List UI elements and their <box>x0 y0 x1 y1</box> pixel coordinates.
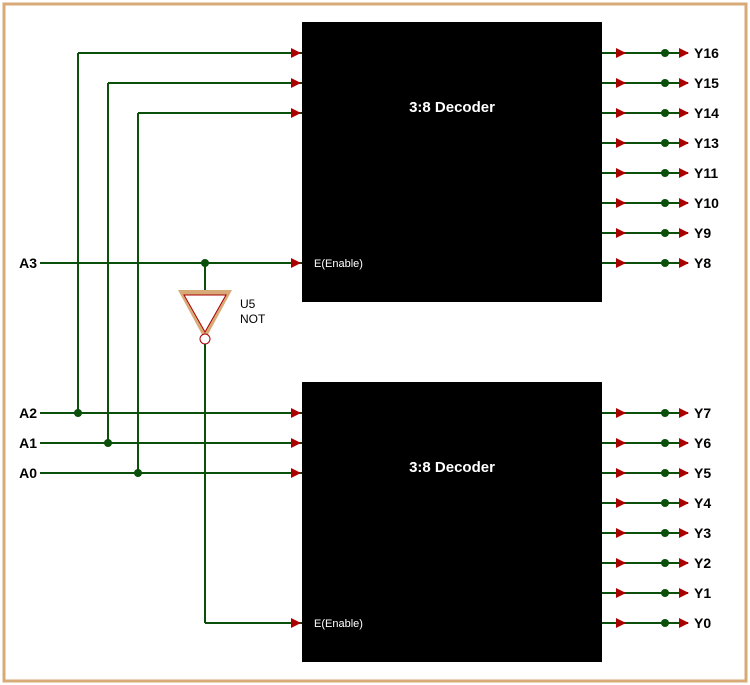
output-y16: Y16 <box>694 45 719 61</box>
output-y13: Y13 <box>694 135 719 151</box>
decoder-bot-title: 3:8 Decoder <box>409 459 495 476</box>
input-a0: A0 <box>19 465 37 481</box>
output-y15: Y15 <box>694 75 719 91</box>
output-y9: Y9 <box>694 225 711 241</box>
output-y6: Y6 <box>694 435 711 451</box>
output-y0: Y0 <box>694 615 711 631</box>
output-y3: Y3 <box>694 525 711 541</box>
output-y7: Y7 <box>694 405 711 421</box>
output-y14: Y14 <box>694 105 719 121</box>
output-y4: Y4 <box>694 495 711 511</box>
output-y1: Y1 <box>694 585 711 601</box>
enable-bot-label: E(Enable) <box>314 618 363 630</box>
input-a1: A1 <box>19 435 37 451</box>
enable-top-label: E(Enable) <box>314 258 363 270</box>
decoder-top-title: 3:8 Decoder <box>409 99 495 116</box>
output-y11: Y11 <box>694 165 718 181</box>
output-y8: Y8 <box>694 255 711 271</box>
input-a3: A3 <box>19 255 37 271</box>
not-gate <box>178 290 232 344</box>
output-arrows-bot <box>616 408 689 628</box>
output-y10: Y10 <box>694 195 719 211</box>
not-type: NOT <box>240 312 266 326</box>
output-arrows-top <box>616 48 689 268</box>
input-a2: A2 <box>19 405 37 421</box>
not-name: U5 <box>240 297 256 311</box>
output-y5: Y5 <box>694 465 711 481</box>
output-y2: Y2 <box>694 555 711 571</box>
